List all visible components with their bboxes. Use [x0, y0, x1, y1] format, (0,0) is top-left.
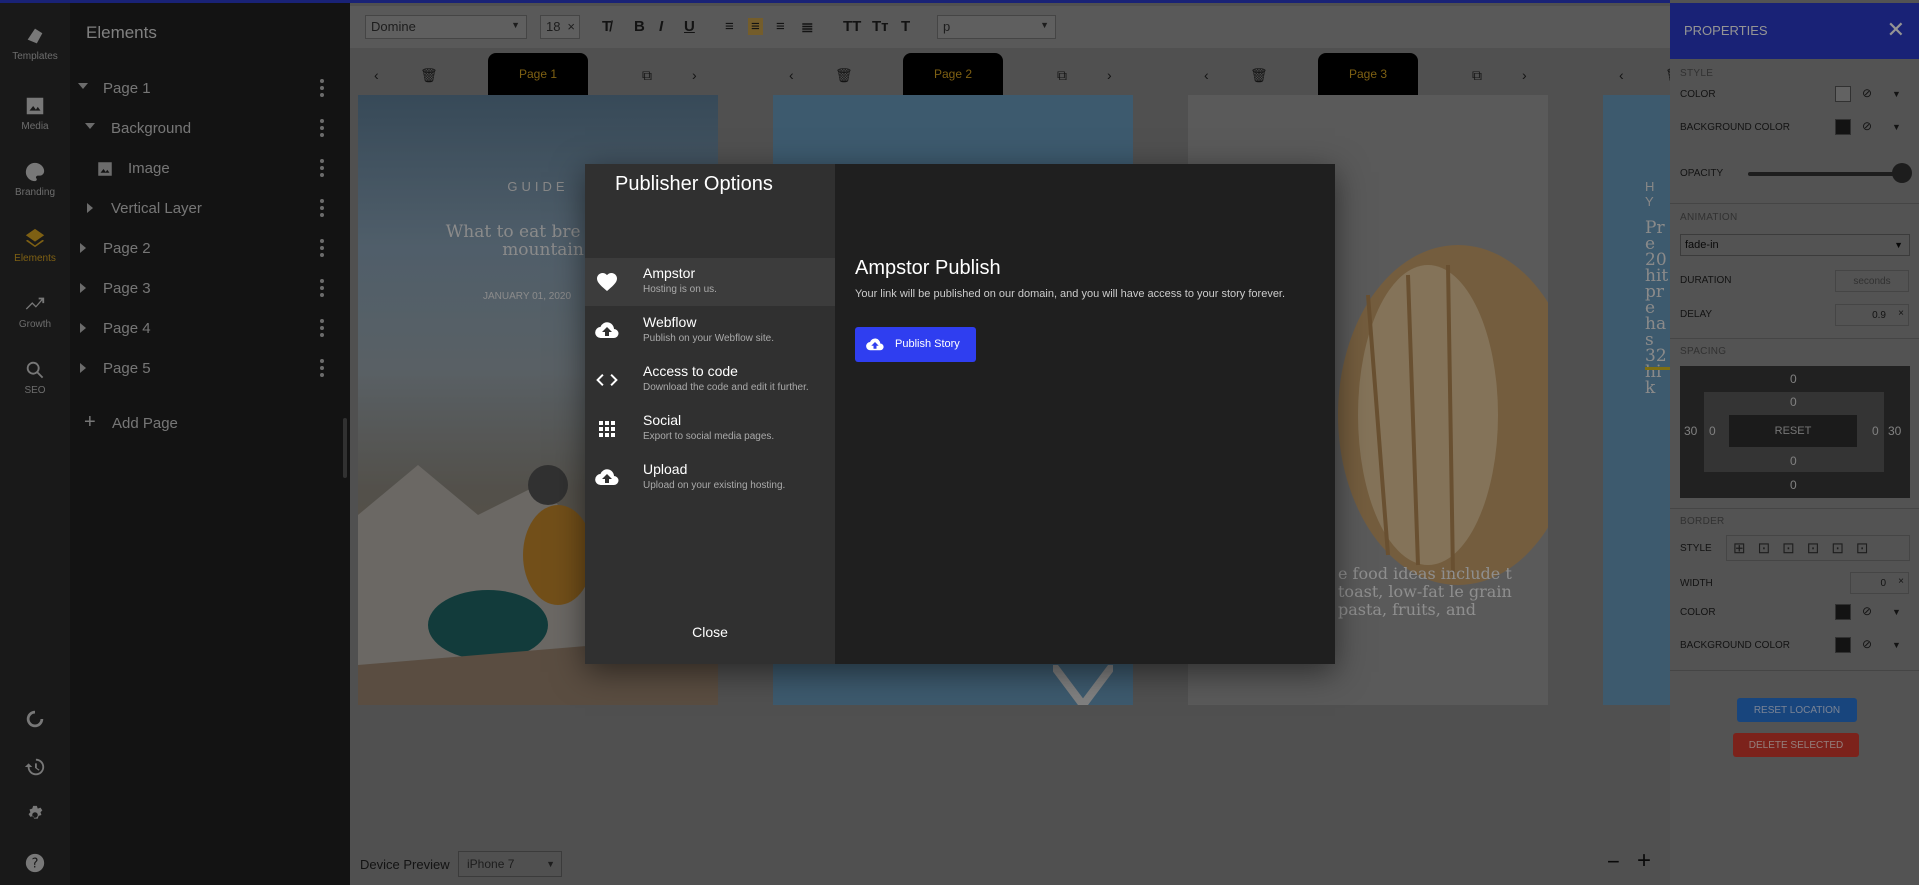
- code-icon: [596, 374, 618, 386]
- option-subtitle: Publish on your Webflow site.: [643, 333, 774, 344]
- dialog-title: Publisher Options: [615, 173, 773, 195]
- option-subtitle: Hosting is on us.: [643, 284, 717, 295]
- heart-icon: [597, 273, 617, 291]
- cloud-upload-icon: [595, 469, 619, 486]
- option-title: Webflow: [643, 314, 697, 330]
- option-webflow[interactable]: Webflow Publish on your Webflow site.: [585, 307, 835, 355]
- publisher-dialog: Publisher Options Ampstor Hosting is on …: [585, 164, 1335, 664]
- option-subtitle: Export to social media pages.: [643, 431, 775, 442]
- option-title: Ampstor: [643, 265, 696, 281]
- option-subtitle: Upload on your existing hosting.: [643, 480, 786, 491]
- cloud-upload-icon: [866, 338, 884, 351]
- publish-story-label: Publish Story: [895, 338, 960, 350]
- option-access-code[interactable]: Access to code Download the code and edi…: [585, 356, 835, 404]
- option-title: Access to code: [643, 363, 738, 379]
- close-button[interactable]: Close: [585, 624, 835, 640]
- grid-icon: [599, 421, 615, 437]
- option-subtitle: Download the code and edit it further.: [643, 382, 809, 393]
- option-upload[interactable]: Upload Upload on your existing hosting.: [585, 454, 835, 502]
- option-title: Upload: [643, 461, 688, 477]
- publish-story-button[interactable]: Publish Story: [855, 327, 976, 362]
- dialog-sidebar: Publisher Options Ampstor Hosting is on …: [585, 164, 835, 664]
- option-social[interactable]: Social Export to social media pages.: [585, 405, 835, 453]
- cloud-upload-icon: [595, 322, 619, 339]
- publish-description: Your link will be published on our domai…: [855, 288, 1286, 300]
- option-title: Social: [643, 412, 682, 428]
- option-ampstor[interactable]: Ampstor Hosting is on us.: [585, 258, 835, 306]
- publish-title: Ampstor Publish: [855, 257, 1001, 279]
